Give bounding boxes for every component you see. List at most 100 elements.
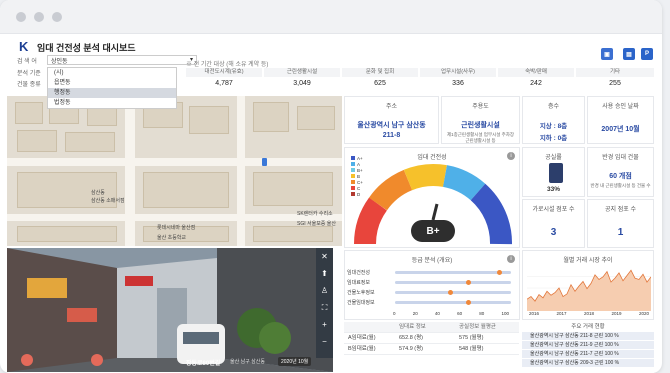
notice-text: ※ 전 기간 대상 (해 소유 계약 등): [186, 62, 269, 68]
ranking-item[interactable]: 울산광역시 남구 삼산동 209-3 근린 100 %: [522, 359, 654, 367]
dropdown-option[interactable]: 읍면동: [48, 78, 176, 88]
table-head-cell: 임대료 정보: [399, 324, 426, 330]
ranking-panel: 주요 거래 현황 울산광역시 남구 삼산동 211-8 근린 100 % 울산광…: [522, 322, 654, 373]
minus-icon[interactable]: −: [316, 333, 333, 350]
trend-x-axis: 2016 2017 2018 2019 2020: [529, 311, 649, 316]
gauge-seg-d: [354, 197, 388, 245]
grade-analysis-label: 건물노후정보: [347, 290, 375, 296]
pdf-icon[interactable]: ▤: [623, 48, 635, 60]
card-title: 반경 임대 건물: [602, 155, 639, 161]
map-building: [17, 226, 117, 242]
map-building: [65, 132, 115, 152]
table-cell: 548 (월평): [459, 346, 484, 352]
up-icon[interactable]: ⬆: [316, 265, 333, 282]
ranking-item[interactable]: 울산광역시 남구 삼산동 211-7 근린 100 %: [522, 350, 654, 358]
stat-value: 3,049: [293, 80, 311, 87]
map-road: [237, 96, 245, 246]
map-label: 울산 초등학교: [157, 235, 186, 241]
building-icon: [549, 163, 563, 183]
search-select[interactable]: 상인동 ▾: [47, 55, 197, 65]
window-dot-1[interactable]: [16, 12, 26, 22]
image-icon[interactable]: ▣: [601, 48, 613, 60]
table-header: 임대료 정보 공실정보 월평균: [344, 322, 519, 333]
table-row: B임대료(월) 574.9 (평) 548 (월평): [344, 344, 519, 355]
map-label: 삼산동: [91, 190, 105, 196]
table-cell: 652.8 (평): [399, 335, 424, 341]
table-cell: 575 (월평): [459, 335, 484, 341]
grade-legend: A+ A B+ B C+ C D: [351, 156, 363, 198]
grade-analysis-track: [395, 279, 511, 285]
street-view[interactable]: [7, 248, 333, 372]
stat-label: 기타: [576, 68, 654, 77]
street-date-select[interactable]: 2020년 10월: [278, 357, 312, 366]
app-title: 임대 건전성 분석 대시보드: [37, 43, 136, 53]
map-building: [253, 172, 333, 206]
window-dot-2[interactable]: [34, 12, 44, 22]
ranking-item[interactable]: 울산광역시 남구 삼산동 211-9 근린 100 %: [522, 341, 654, 349]
table-head-cell: [344, 322, 399, 332]
filter-row-basis: 분석 기준: [17, 68, 41, 77]
window-dot-3[interactable]: [52, 12, 62, 22]
fullscreen-icon[interactable]: ⛶: [316, 299, 333, 316]
stat-value: 255: [609, 80, 621, 87]
card-grade: 임대 건전성 i B+ A+ A B+ B C+ C D: [344, 147, 520, 248]
floors-below: 지하 : 0층: [539, 135, 568, 142]
gauge-seg-b: [442, 165, 486, 201]
ranking-item[interactable]: 울산광역시 남구 삼산동 211-8 근린 100 %: [522, 332, 654, 340]
card-title: 주용도: [472, 104, 489, 110]
stat-value: 625: [374, 80, 386, 87]
street-view-controls: ✕ ⬆ ♙ ⛶ + −: [316, 248, 333, 358]
card-title: 공실률: [545, 155, 562, 161]
grade-analysis-marker: [496, 269, 502, 275]
dropdown-option-selected[interactable]: 행정동: [48, 88, 176, 98]
street-place: 장동로80번길: [186, 361, 221, 367]
filter-label: 분석 기준: [17, 71, 41, 77]
stat-label: 근린생활시설: [264, 68, 340, 77]
stat-label: 업무시설(사무): [420, 68, 496, 77]
ppt-icon[interactable]: P: [641, 48, 653, 60]
map-building: [17, 130, 57, 152]
map-marker-icon[interactable]: [262, 158, 267, 166]
map-label: 삼산동 소매서점: [91, 198, 125, 204]
grade-analysis-track: [395, 299, 511, 305]
stat-value: 4,787: [215, 80, 233, 87]
map-road: [7, 158, 342, 166]
grade-analysis-row: 건물노후정보: [347, 287, 517, 297]
gauge-seg-c: [368, 169, 413, 211]
card-grade-analysis: 등급 분석 (개요) i 임대건전성 임대료정보 건물노후정보 건물임대정보 0 20…: [344, 250, 520, 320]
axis-tick: 60: [457, 311, 463, 316]
map-building: [297, 106, 335, 130]
stat-label: 대전도시계(유효): [186, 68, 262, 77]
info-icon[interactable]: i: [507, 255, 515, 263]
person-icon[interactable]: ♙: [316, 282, 333, 299]
map-road: [7, 214, 342, 221]
count-b-value: 1: [617, 227, 624, 238]
grade-analysis-track: [395, 269, 511, 275]
map-view[interactable]: 삼산동 삼산동 소매서점 SK렌터카 수리소 롯데시네마 울산점 울산 초등학교…: [7, 96, 342, 246]
grade-analysis-marker: [448, 289, 454, 295]
close-icon[interactable]: ✕: [316, 248, 333, 265]
trend-chart: [527, 269, 651, 311]
filter-label: 건물 종류: [17, 82, 41, 88]
x-tick: 2018: [583, 311, 594, 316]
gauge-needle: [431, 203, 439, 221]
table-cell: A임대료(월): [348, 335, 376, 341]
plus-icon[interactable]: +: [316, 316, 333, 333]
grade-analysis-rows: 임대건전성 임대료정보 건물노후정보 건물임대정보: [347, 267, 517, 307]
filter-label: 검 색 어: [17, 59, 37, 65]
grade-analysis-label: 임대건전성: [347, 270, 371, 276]
filter-dropdown[interactable]: (시) 읍면동 행정동 법정동: [47, 67, 177, 109]
grade-value: B+: [426, 226, 440, 237]
card-count-b: 공지 점포 수 1: [587, 199, 654, 248]
dropdown-option[interactable]: (시): [48, 68, 176, 78]
map-label: SK렌터카 수리소: [297, 211, 333, 217]
street-view-scene: [7, 248, 333, 372]
card-title: 월별 거래 시장 추이: [563, 258, 613, 264]
usage-sub: 제1종근린생활시설 업무시설 주차장 근린생활시설 등: [446, 132, 515, 143]
card-nearby: 반경 임대 건물 60 개점 반경 내 근린생활시설 등 건물 수: [587, 147, 654, 197]
stat-item: 근린생활시설 3,049: [264, 68, 340, 90]
window-titlebar: [0, 0, 662, 34]
x-tick: 2016: [529, 311, 540, 316]
dropdown-option[interactable]: 법정동: [48, 98, 176, 108]
map-building: [15, 102, 43, 124]
